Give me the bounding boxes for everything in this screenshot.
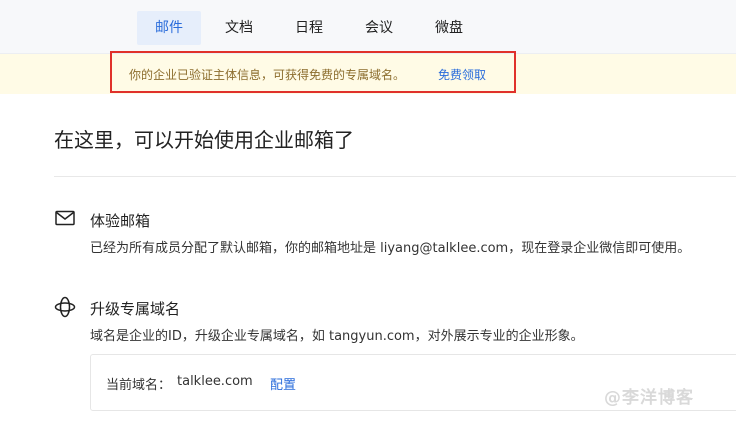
page-title: 在这里，可以开始使用企业邮箱了 <box>54 128 354 152</box>
divider <box>54 176 736 177</box>
current-domain-value: talklee.com <box>177 374 253 389</box>
banner-message: 你的企业已验证主体信息，可获得免费的专属域名。 <box>129 68 406 82</box>
section-desc-trial-mailbox: 已经为所有成员分配了默认邮箱，你的邮箱地址是 liyang@talklee.co… <box>90 241 691 256</box>
section-title-upgrade-domain: 升级专属域名 <box>90 300 181 318</box>
tab-meeting[interactable]: 会议 <box>347 11 411 45</box>
top-nav: 邮件 文档 日程 会议 微盘 <box>0 0 736 54</box>
configure-domain-link[interactable]: 配置 <box>270 374 296 393</box>
tab-mail[interactable]: 邮件 <box>137 11 201 45</box>
tab-drive[interactable]: 微盘 <box>417 11 481 45</box>
watermark: @李洋博客 <box>604 388 694 408</box>
section-title-trial-mailbox: 体验邮箱 <box>90 212 151 230</box>
globe-orbit-icon <box>54 296 76 322</box>
current-domain-label: 当前域名： <box>106 378 172 393</box>
tab-docs[interactable]: 文档 <box>207 11 271 45</box>
section-desc-upgrade-domain: 域名是企业的ID，升级企业专属域名，如 tangyun.com，对外展示专业的企… <box>90 329 584 344</box>
claim-free-domain-link[interactable]: 免费领取 <box>438 66 486 83</box>
tab-calendar[interactable]: 日程 <box>277 11 341 45</box>
mail-icon <box>55 210 75 230</box>
